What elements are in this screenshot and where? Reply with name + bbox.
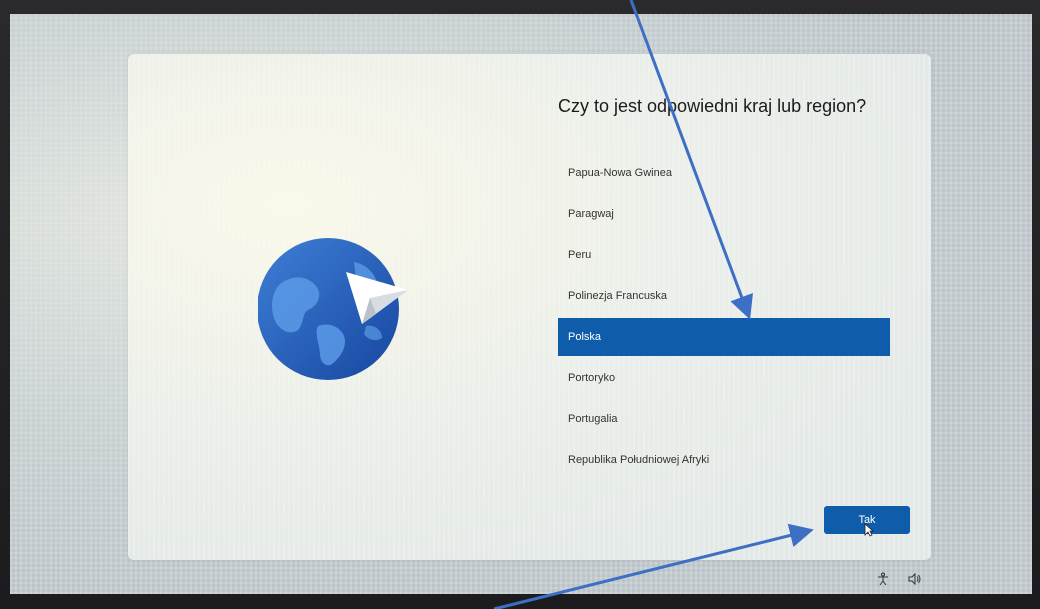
- system-tray: [876, 572, 922, 586]
- country-item[interactable]: Papua-Nowa Gwinea: [558, 154, 890, 195]
- mouse-cursor-icon: [864, 523, 874, 537]
- page-title: Czy to jest odpowiedni kraj lub region?: [558, 96, 867, 116]
- globe-illustration: [257, 234, 418, 384]
- volume-icon[interactable]: [908, 572, 922, 586]
- setup-window: Czy to jest odpowiedni kraj lub region? …: [128, 54, 931, 560]
- country-item[interactable]: Portoryko: [558, 359, 890, 400]
- screen: Czy to jest odpowiedni kraj lub region? …: [10, 14, 1032, 594]
- country-item[interactable]: Republika Południowej Afryki: [558, 441, 890, 482]
- accessibility-icon[interactable]: [876, 572, 890, 586]
- country-item[interactable]: Peru: [558, 236, 890, 277]
- globe-with-paper-plane-icon: [257, 238, 408, 380]
- country-item-selected[interactable]: Polska: [558, 318, 890, 356]
- country-item[interactable]: Paragwaj: [558, 195, 890, 236]
- country-item[interactable]: Polinezja Francuska: [558, 277, 890, 318]
- country-item[interactable]: Portugalia: [558, 400, 890, 441]
- country-list[interactable]: Papua-Nowa Gwinea Paragwaj Peru Polinezj…: [558, 154, 890, 482]
